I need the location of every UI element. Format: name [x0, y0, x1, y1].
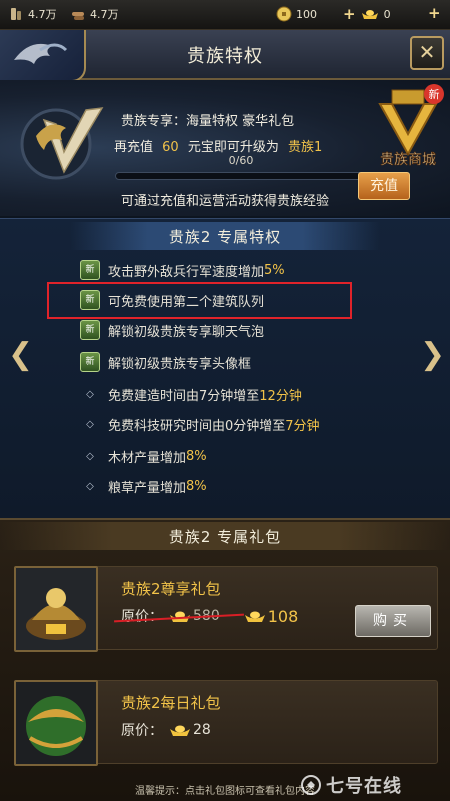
vip-benefits-items: 海量特权 豪华礼包 — [186, 114, 295, 129]
buy-button[interactable]: 购买 — [355, 605, 431, 637]
privilege-item: ◇ 木材产量增加 8% — [80, 444, 207, 468]
gold-ingot-icon — [170, 725, 190, 736]
vip-benefits-line: 贵族专享：海量特权 豪华礼包 — [121, 110, 294, 129]
privilege-value: 5% — [264, 262, 285, 278]
privileges-title: 贵族2 专属特权 — [168, 228, 282, 246]
privilege-item: ◇ 免费科技研究时间由0分钟增至 7分钟 — [80, 412, 320, 436]
diamond-bullet-icon: ◇ — [86, 450, 94, 462]
gift-pack-name: 贵族2每日礼包 — [121, 694, 221, 712]
gold-ingot-icon — [244, 611, 265, 622]
new-badge-icon: 新 — [80, 320, 100, 340]
noble-store-button[interactable]: 新 贵族商城 — [370, 84, 446, 170]
site-watermark: 七号在线 — [300, 770, 450, 800]
wood-amount: 4.7万 — [90, 8, 119, 21]
privilege-value: 12分钟 — [259, 388, 302, 404]
watermark-logo-icon — [301, 775, 321, 795]
privilege-text: 解锁初级贵族专享头像框 — [108, 356, 252, 372]
resource-bar: 4.7万 4.7万 100 + 0 + — [0, 0, 450, 30]
progress-text: 0/60 — [228, 154, 254, 167]
chevron-left-icon[interactable]: ❮ — [8, 337, 33, 372]
privilege-item: 新 解锁初级贵族专享聊天气泡 — [80, 318, 264, 342]
privilege-text: 粮草产量增加 — [108, 480, 187, 496]
vip-benefits-prefix: 贵族专享： — [121, 114, 187, 129]
diamond-bullet-icon: ◇ — [86, 418, 94, 430]
store-label: 贵族商城 — [380, 152, 436, 168]
sale-price: 28 — [193, 722, 211, 738]
coin-resource[interactable]: 100 — [276, 6, 317, 22]
plus-icon[interactable]: + — [428, 6, 441, 21]
privilege-text: 木材产量增加 — [108, 450, 187, 466]
sale-price: 108 — [267, 606, 299, 626]
treasure-icon[interactable] — [16, 568, 96, 650]
prev-level-button[interactable]: ❮ — [8, 337, 33, 374]
vip-hint: 可通过充值和运营活动获得贵族经验 — [121, 194, 330, 209]
price-label: 原价： — [121, 723, 163, 739]
privilege-value: 8% — [186, 478, 207, 494]
add-gold-icon[interactable]: + — [343, 7, 356, 22]
food-amount: 4.7万 — [28, 8, 57, 21]
privilege-value: 7分钟 — [285, 418, 320, 434]
wood-resource[interactable]: 4.7万 — [70, 6, 119, 22]
new-badge-icon: 新 — [80, 260, 100, 280]
privilege-text: 免费建造时间由7分钟增至 — [108, 388, 260, 404]
vip-upgrade-line: 再充值 60 元宝即可升级为 贵族1 — [114, 136, 322, 155]
gift-section-title: 贵族2 专属礼包 — [168, 528, 282, 546]
noble-store-icon[interactable]: 新 贵族商城 — [370, 84, 446, 170]
privilege-value: 8% — [186, 448, 207, 464]
gift-pack-price: 原价： 28 — [121, 720, 211, 740]
privilege-item: 新 解锁初级贵族专享头像框 — [80, 350, 251, 374]
food-icon — [11, 8, 21, 20]
food-resource[interactable]: 4.7万 — [8, 6, 57, 22]
upgrade-mid: 元宝即可升级为 — [187, 140, 279, 155]
coin-icon — [276, 6, 292, 22]
gold-amount: 0 — [383, 7, 391, 21]
gold-ingot-icon — [361, 10, 378, 19]
diamond-bullet-icon: ◇ — [86, 480, 94, 492]
diamond-bullet-icon: ◇ — [86, 388, 94, 400]
gold-resource[interactable]: + 0 — [343, 6, 391, 22]
gift-pack-image[interactable] — [14, 566, 98, 652]
close-icon[interactable]: ✕ — [419, 40, 436, 64]
privilege-text: 解锁初级贵族专享聊天气泡 — [108, 324, 265, 340]
privilege-item: ◇ 粮草产量增加 8% — [80, 474, 207, 498]
annotation-highlight-box — [47, 282, 352, 319]
upgrade-amount: 60 — [162, 140, 179, 155]
privilege-item: ◇ 免费建造时间由7分钟增至 12分钟 — [80, 382, 302, 406]
store-new-badge: 新 — [429, 87, 440, 101]
upgrade-level: 贵族1 — [288, 140, 323, 155]
close-button[interactable]: ✕ — [410, 36, 444, 70]
wood-icon — [72, 12, 84, 20]
recharge-button[interactable]: 充值 — [358, 172, 410, 200]
gift-pack-name: 贵族2尊享礼包 — [121, 580, 221, 598]
privilege-item: 新 攻击野外敌兵行军速度增加 5% — [80, 258, 285, 282]
chevron-right-icon[interactable]: ❯ — [420, 337, 445, 372]
coin-amount: 100 — [296, 7, 317, 21]
next-level-button[interactable]: ❯ — [420, 337, 445, 374]
privilege-text: 攻击野外敌兵行军速度增加 — [108, 264, 265, 280]
page-title: 贵族特权 — [187, 46, 263, 67]
add-button[interactable]: + — [428, 6, 441, 21]
gift-pack-image[interactable] — [14, 680, 98, 766]
progress-bar — [115, 172, 367, 180]
dragon-jar-icon[interactable] — [16, 682, 96, 764]
upgrade-prefix: 再充值 — [114, 140, 154, 155]
privilege-text: 免费科技研究时间由0分钟增至 — [108, 418, 286, 434]
vip-emblem-icon — [20, 107, 104, 180]
watermark-text: 七号在线 — [326, 776, 402, 797]
price-label: 原价： — [121, 609, 163, 625]
new-badge-icon: 新 — [80, 352, 100, 372]
